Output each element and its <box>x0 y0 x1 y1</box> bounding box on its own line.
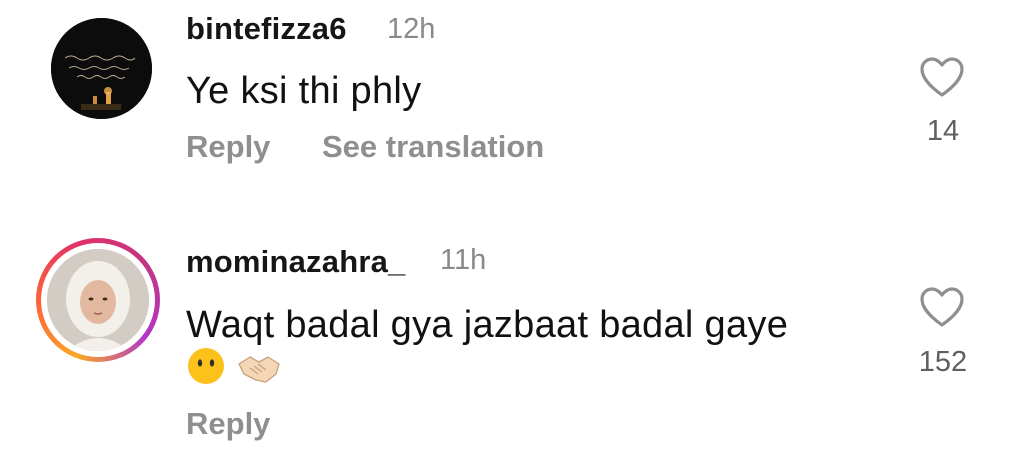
comment-username[interactable]: bintefizza6 <box>186 11 347 47</box>
neutral-face-emoji-icon <box>188 348 224 384</box>
handshake-emoji-icon <box>238 356 280 383</box>
avatar-image <box>51 18 152 119</box>
reply-button[interactable]: Reply <box>186 406 270 442</box>
comment-timestamp: 11h <box>440 244 487 276</box>
reply-button[interactable]: Reply <box>186 129 270 165</box>
avatar-story-ring[interactable] <box>36 238 160 362</box>
comment-item: bintefizza6 12h Ye ksi thi phly Reply Se… <box>0 0 1024 200</box>
heart-icon[interactable] <box>919 56 965 98</box>
comment-text: Ye ksi thi phly <box>186 70 422 112</box>
avatar <box>47 249 149 351</box>
comment-username[interactable]: mominazahra_ <box>186 244 405 280</box>
comment-timestamp: 12h <box>387 13 436 45</box>
like-count: 14 <box>926 115 960 147</box>
see-translation-button[interactable]: See translation <box>322 129 544 165</box>
heart-icon[interactable] <box>919 286 965 328</box>
avatar[interactable] <box>51 18 152 119</box>
avatar-ring-gap <box>41 243 155 357</box>
comment-text: Waqt badal gya jazbaat badal gaye <box>186 304 789 346</box>
like-count: 152 <box>918 346 968 378</box>
avatar-image <box>47 249 149 351</box>
comment-item: mominazahra_ 11h Waqt badal gya jazbaat … <box>0 230 1024 470</box>
